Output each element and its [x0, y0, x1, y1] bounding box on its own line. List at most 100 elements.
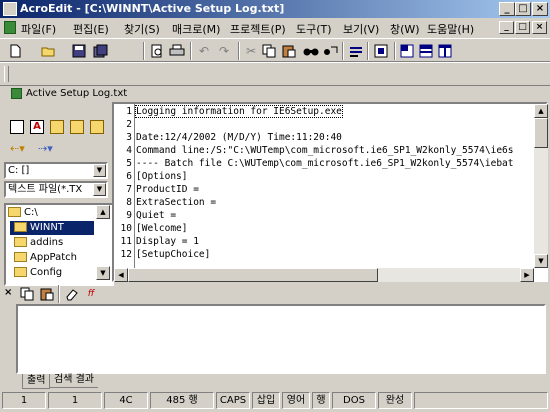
line-number: 5 [126, 158, 132, 169]
find-icon[interactable] [302, 42, 320, 60]
open-icon[interactable] [40, 42, 58, 60]
folder-view-icon[interactable] [90, 120, 104, 134]
text-editor[interactable]: 1 2 3 4 5 6 7 8 9 10 11 12 Logging infor… [112, 102, 548, 282]
toolbar-separator [367, 42, 369, 60]
folder-icon[interactable] [50, 120, 64, 134]
macro-icon[interactable] [372, 42, 390, 60]
filter-select[interactable]: 텍스트 파일(*.TX ▼ [4, 181, 108, 198]
close-icon[interactable]: × [4, 287, 12, 298]
toolbar-grip[interactable] [4, 66, 9, 82]
cut-icon[interactable]: ✂ [242, 42, 260, 60]
acrobat-icon[interactable]: A [30, 120, 44, 134]
scroll-left-button[interactable]: ◀ [114, 268, 128, 282]
line-number: 2 [126, 119, 132, 130]
tree-item[interactable]: C:\ [8, 206, 38, 220]
secondary-toolbar [0, 62, 550, 86]
code-area[interactable]: Logging information for IE6Setup.exe Dat… [134, 104, 534, 268]
code-line: Command line:/S:"C:\WUTemp\com_microsoft… [136, 145, 514, 156]
tree-item[interactable]: AppPatch [14, 251, 77, 265]
scroll-thumb[interactable] [534, 118, 548, 148]
close-button[interactable]: × [532, 2, 548, 16]
menu-edit[interactable]: 편집(E) [73, 21, 109, 37]
tab-output[interactable]: 출력 [22, 374, 51, 389]
maximize-button[interactable]: □ [515, 2, 531, 16]
folder-tree[interactable]: C:\ WINNT addins AppPatch Config ▲ ▼ [4, 203, 114, 286]
code-line: Logging information for IE6Setup.exe [135, 105, 343, 118]
tab-search-results[interactable]: 검색 결과 [50, 374, 98, 388]
menu-tools[interactable]: 도구(T) [296, 21, 332, 37]
status-input-lang: 영어 [282, 392, 310, 409]
drive-select[interactable]: C: [] ▼ [4, 162, 108, 179]
tree-scroll-up[interactable]: ▲ [96, 205, 110, 219]
copy-icon[interactable] [260, 42, 278, 60]
menu-help[interactable]: 도움말(H) [427, 21, 474, 37]
scroll-up-button[interactable]: ▲ [534, 104, 548, 118]
tile-v-icon[interactable] [436, 42, 454, 60]
status-char-code: 4C [104, 392, 148, 409]
chevron-down-icon[interactable]: ▼ [93, 164, 106, 177]
mdi-restore-button[interactable]: □ [515, 21, 530, 34]
paste-icon[interactable] [38, 285, 56, 303]
line-number: 9 [126, 210, 132, 221]
save-icon[interactable] [70, 42, 88, 60]
toolbar-separator [394, 42, 396, 60]
menu-file[interactable]: 파일(F) [21, 21, 56, 37]
chevron-down-icon[interactable]: ▼ [93, 183, 106, 196]
folder-open-icon [14, 222, 27, 232]
code-line: ExtraSection = [136, 197, 217, 208]
line-number: 3 [126, 132, 132, 143]
back-icon[interactable]: ⇠▾ [10, 142, 25, 155]
scroll-thumb[interactable] [128, 268, 378, 282]
folder-open-icon[interactable] [70, 120, 84, 134]
horizontal-scrollbar[interactable]: ◀ ▶ [114, 268, 534, 282]
print-icon[interactable] [168, 42, 186, 60]
menu-view[interactable]: 보기(V) [343, 21, 379, 37]
tree-item-label: Config [30, 267, 63, 278]
wrap-icon[interactable] [347, 42, 365, 60]
save-all-icon[interactable] [92, 42, 110, 60]
status-mode: 행 [312, 392, 330, 409]
folder-icon [8, 207, 21, 217]
menu-project[interactable]: 프로젝트(P) [230, 21, 286, 37]
tree-scroll-down[interactable]: ▼ [96, 266, 110, 280]
font-icon[interactable]: ff [82, 285, 100, 303]
undo-icon[interactable]: ↶ [195, 42, 213, 60]
forward-icon[interactable]: ⇢▾ [38, 142, 53, 155]
status-caps: CAPS [216, 392, 250, 409]
copy-icon[interactable] [18, 285, 36, 303]
scroll-right-button[interactable]: ▶ [520, 268, 534, 282]
mdi-minimize-button[interactable]: _ [499, 21, 514, 34]
menu-macro[interactable]: 매크로(M) [172, 21, 220, 37]
scroll-down-button[interactable]: ▼ [534, 254, 548, 268]
menu-window[interactable]: 창(W) [390, 21, 420, 37]
tile-icon[interactable] [417, 42, 435, 60]
new-icon[interactable] [6, 42, 24, 60]
tab-active-setup-log[interactable]: Active Setup Log.txt [8, 86, 128, 102]
toolbar-separator [190, 42, 192, 60]
menu-find[interactable]: 찾기(S) [124, 21, 160, 37]
status-insert: 삽입 [252, 392, 280, 409]
vertical-scrollbar[interactable]: ▲ ▼ [534, 104, 548, 268]
tree-item[interactable]: addins [14, 236, 63, 250]
main-toolbar: ↶ ↷ ✂ [0, 38, 550, 62]
explorer-icon[interactable] [10, 120, 24, 134]
output-pane[interactable] [16, 304, 546, 374]
eraser-icon[interactable] [63, 285, 81, 303]
code-line: Display = 1 [136, 236, 199, 247]
tree-item[interactable]: Config [14, 266, 62, 280]
redo-icon[interactable]: ↷ [215, 42, 233, 60]
tile-h-icon[interactable] [398, 42, 416, 60]
line-number: 12 [120, 249, 132, 260]
print-preview-icon[interactable] [148, 42, 166, 60]
code-line: ProductID = [136, 184, 199, 195]
replace-icon[interactable] [322, 42, 340, 60]
output-toolbar: × ff [0, 284, 550, 304]
tab-label: Active Setup Log.txt [26, 88, 128, 99]
minimize-button[interactable]: _ [499, 2, 515, 16]
document-icon[interactable] [4, 21, 16, 34]
toolbar-separator [58, 285, 60, 303]
tree-item-selected[interactable]: WINNT [10, 221, 94, 235]
paste-icon[interactable] [280, 42, 298, 60]
mdi-close-button[interactable]: × [532, 21, 547, 34]
status-bar: 1 1 4C 485 행 CAPS 삽입 영어 행 DOS 완성 [0, 390, 550, 412]
